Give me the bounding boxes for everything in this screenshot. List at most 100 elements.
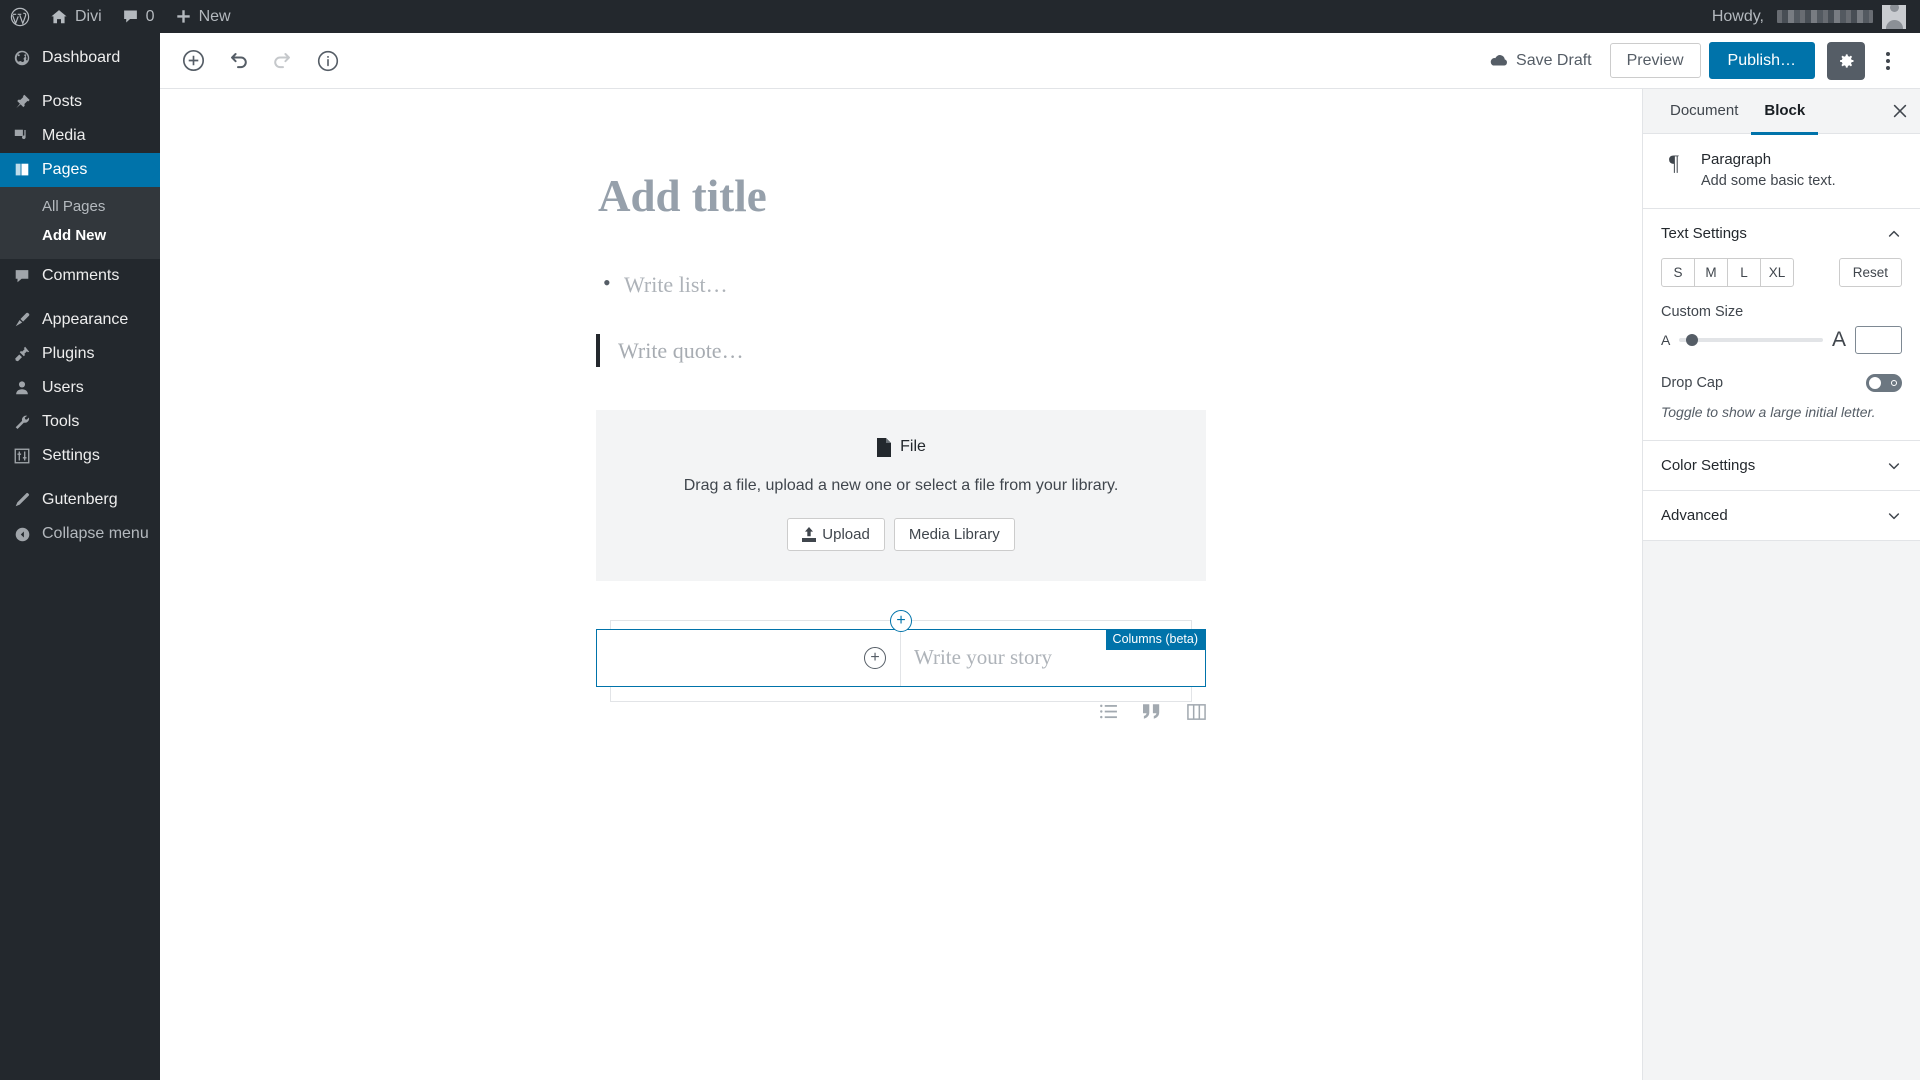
sidebar-item-users[interactable]: Users [0, 371, 160, 405]
post-title-input[interactable]: Add title [596, 171, 1206, 222]
settings-toggle-button[interactable] [1827, 41, 1865, 80]
plus-icon [175, 8, 192, 25]
undo-button[interactable] [217, 40, 259, 82]
sidebar-item-plugins[interactable]: Plugins [0, 337, 160, 371]
tab-block[interactable]: Block [1751, 90, 1819, 135]
publish-button[interactable]: Publish… [1708, 41, 1815, 80]
drop-cap-help-text: Toggle to show a large initial letter. [1661, 404, 1876, 420]
sidebar-item-posts[interactable]: Posts [0, 85, 160, 119]
wp-logo-menu[interactable] [0, 0, 40, 33]
comment-icon [122, 8, 139, 25]
panel-text-settings-header[interactable]: Text Settings [1643, 209, 1920, 258]
sidebar-item-label: Pages [42, 161, 88, 178]
sidebar-item-label: Plugins [42, 345, 95, 362]
sidebar-item-label: Dashboard [42, 49, 121, 66]
reset-font-size-button[interactable]: Reset [1838, 258, 1902, 287]
sidebar-item-settings[interactable]: Settings [0, 439, 160, 473]
collapse-menu-label: Collapse menu [42, 525, 149, 542]
sidebar-item-dashboard[interactable]: Dashboard [0, 41, 160, 75]
sidebar-item-pages[interactable]: Pages [0, 153, 160, 187]
font-size-s[interactable]: S [1661, 258, 1695, 287]
quote-block[interactable]: Write quote… [596, 333, 1206, 367]
small-a-icon: A [1661, 332, 1671, 348]
save-draft-label: Save Draft [1516, 51, 1592, 69]
more-options-button[interactable] [1873, 42, 1903, 80]
font-size-l[interactable]: L [1727, 258, 1761, 287]
collapse-arrow-icon [10, 526, 34, 543]
panel-advanced-header[interactable]: Advanced [1643, 491, 1920, 540]
collapse-menu-button[interactable]: Collapse menu [0, 517, 160, 551]
settings-icon [10, 447, 34, 465]
submenu-item-add-new[interactable]: Add New [0, 221, 160, 250]
new-label: New [198, 7, 231, 25]
sidebar-item-label: Settings [42, 447, 100, 464]
quote-icon[interactable] [1143, 704, 1161, 719]
slider-thumb[interactable] [1686, 334, 1699, 346]
submenu-item-all-pages[interactable]: All Pages [0, 192, 160, 221]
close-sidebar-button[interactable] [1880, 89, 1920, 134]
comments-bubble[interactable]: 0 [112, 0, 165, 33]
font-size-slider[interactable] [1679, 334, 1823, 346]
sidebar-item-tools[interactable]: Tools [0, 405, 160, 439]
drop-cap-toggle[interactable] [1866, 374, 1902, 392]
redo-button[interactable] [262, 40, 304, 82]
home-icon [50, 8, 68, 26]
chevron-up-icon [1886, 226, 1902, 242]
panel-color-settings-header[interactable]: Color Settings [1643, 441, 1920, 490]
columns-block-selected[interactable]: Columns (beta) + Write your story [596, 628, 1206, 687]
media-icon [10, 127, 34, 145]
pin-icon [10, 93, 34, 111]
media-library-button[interactable]: Media Library [893, 517, 1015, 551]
block-info-card: ¶ Paragraph Add some basic text. [1643, 134, 1920, 209]
kebab-menu-icon [1886, 51, 1890, 70]
sidebar-item-label: Appearance [42, 311, 129, 328]
site-name-menu[interactable]: Divi [40, 0, 112, 33]
pages-icon [10, 161, 34, 179]
sidebar-item-label: Tools [42, 413, 80, 430]
insert-block-above-button[interactable]: + [890, 609, 912, 632]
panel-advanced: Advanced [1643, 491, 1920, 541]
font-size-xl[interactable]: XL [1760, 258, 1794, 287]
list-block[interactable]: Write list… [596, 270, 1206, 298]
file-block-description: Drag a file, upload a new one or select … [683, 476, 1119, 494]
sidebar-item-comments[interactable]: Comments [0, 259, 160, 293]
columns-icon[interactable] [1187, 703, 1206, 720]
panel-title: Text Settings [1661, 225, 1747, 242]
panel-title: Color Settings [1661, 457, 1756, 474]
plugin-icon [10, 345, 34, 363]
font-size-m[interactable]: M [1694, 258, 1728, 287]
editor-canvas[interactable]: Add title Write list… Write quote… File … [160, 89, 1642, 1080]
drop-cap-label: Drop Cap [1661, 375, 1724, 391]
comments-count: 0 [145, 7, 155, 25]
block-type-badge: Columns (beta) [1105, 628, 1205, 650]
sidebar-item-media[interactable]: Media [0, 119, 160, 153]
cloud-icon [1489, 53, 1509, 69]
sidebar-item-label: Comments [42, 267, 120, 284]
wordpress-logo-icon [10, 7, 30, 27]
tab-document[interactable]: Document [1657, 90, 1751, 135]
gear-icon [1836, 51, 1856, 71]
sidebar-item-appearance[interactable]: Appearance [0, 303, 160, 337]
content-info-button[interactable] [307, 40, 349, 82]
new-content-menu[interactable]: New [165, 0, 241, 33]
sidebar-item-gutenberg[interactable]: Gutenberg [0, 483, 160, 517]
preview-button[interactable]: Preview [1609, 42, 1701, 79]
sidebar-item-label: Users [42, 379, 84, 396]
file-block[interactable]: File Drag a file, upload a new one or se… [596, 409, 1206, 581]
add-block-button[interactable] [172, 40, 214, 82]
list-icon[interactable] [1100, 704, 1117, 719]
block-title: Paragraph [1701, 151, 1772, 168]
upload-button[interactable]: Upload [787, 517, 885, 551]
save-draft-button[interactable]: Save Draft [1479, 46, 1602, 76]
file-block-label: File [900, 438, 926, 455]
admin-bar-account[interactable]: Howdy, [1711, 4, 1920, 29]
site-name-label: Divi [75, 7, 102, 25]
admin-sidebar-menu: Dashboard Posts Media Pages All Pages Ad [0, 33, 160, 1080]
dashboard-icon [10, 49, 34, 67]
column-inserter-button[interactable]: + [864, 646, 886, 669]
howdy-label: Howdy, [1711, 7, 1764, 25]
custom-size-input[interactable] [1855, 326, 1902, 354]
user-icon [10, 379, 34, 397]
block-description: Add some basic text. [1701, 173, 1836, 189]
column-left[interactable]: + [597, 629, 901, 686]
